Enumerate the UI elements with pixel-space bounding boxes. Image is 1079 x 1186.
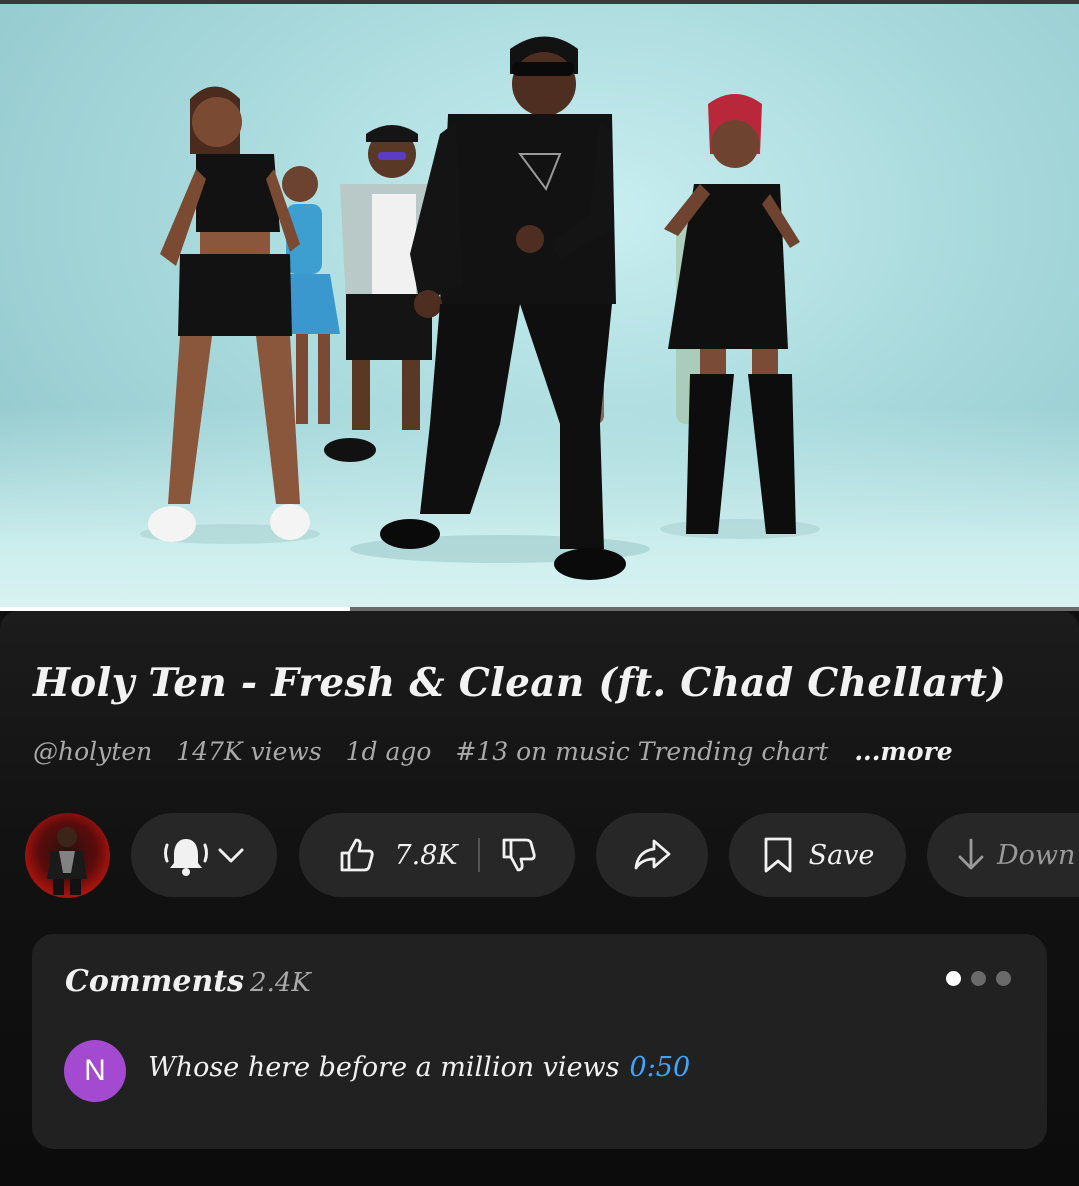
more-link[interactable]: ...more bbox=[854, 737, 952, 766]
like-dislike-group: 7.8K bbox=[299, 813, 575, 897]
share-button[interactable] bbox=[596, 813, 708, 897]
download-arrow-icon bbox=[958, 838, 984, 870]
pager-dot bbox=[971, 971, 986, 986]
top-comment-text: Whose here before a million views bbox=[148, 1052, 620, 1083]
channel-avatar-image bbox=[47, 827, 87, 895]
video-title[interactable]: Holy Ten - Fresh & Clean (ft. Chad Chell… bbox=[33, 660, 1063, 706]
video-player[interactable] bbox=[0, 4, 1079, 607]
pager-dot bbox=[996, 971, 1011, 986]
comments-pager-dots bbox=[946, 971, 1011, 986]
notification-bell-button[interactable] bbox=[131, 813, 277, 897]
comments-title: Comments bbox=[65, 964, 245, 999]
pager-dot bbox=[946, 971, 961, 986]
save-button[interactable]: Save bbox=[729, 813, 906, 897]
video-frame-dancers bbox=[140, 36, 820, 580]
comments-card[interactable]: Comments 2.4K N Whose here before a milli… bbox=[32, 934, 1047, 1149]
upload-age: 1d ago bbox=[345, 737, 432, 766]
like-count: 7.8K bbox=[394, 839, 458, 871]
comment-timestamp-link[interactable]: 0:50 bbox=[630, 1052, 691, 1083]
like-button[interactable]: 7.8K bbox=[336, 835, 458, 875]
top-comment: Whose here before a million views 0:50 bbox=[148, 1052, 690, 1083]
bookmark-icon bbox=[764, 837, 791, 873]
like-divider bbox=[477, 838, 480, 872]
channel-avatar[interactable] bbox=[25, 813, 110, 898]
comments-count: 2.4K bbox=[250, 968, 311, 998]
download-button[interactable]: Down bbox=[927, 813, 1079, 897]
comments-header: Comments 2.4K bbox=[65, 964, 311, 999]
thumbs-down-icon[interactable] bbox=[498, 835, 538, 875]
save-label: Save bbox=[808, 839, 875, 871]
chevron-down-icon bbox=[218, 848, 244, 863]
share-arrow-icon bbox=[634, 839, 671, 870]
video-metadata-row[interactable]: @holyten 147K views 1d ago #13 on music … bbox=[33, 737, 969, 766]
download-label: Down bbox=[997, 839, 1076, 871]
channel-handle[interactable]: @holyten bbox=[33, 737, 152, 766]
commenter-avatar: N bbox=[64, 1040, 126, 1102]
bell-ringing-icon bbox=[164, 839, 208, 876]
view-count: 147K views bbox=[176, 737, 322, 766]
thumbs-up-icon bbox=[341, 838, 375, 872]
trending-rank[interactable]: #13 on music Trending chart bbox=[455, 737, 828, 766]
